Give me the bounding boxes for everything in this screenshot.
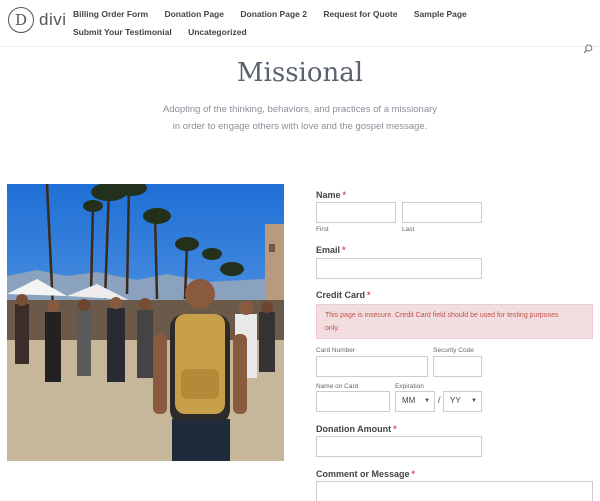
- donation-amount-label-text: Donation Amount: [316, 424, 392, 434]
- year-value: YY: [450, 396, 461, 405]
- email-input[interactable]: [316, 258, 482, 279]
- first-sublabel: First: [316, 226, 329, 233]
- required-mark: *: [342, 245, 346, 255]
- card-number-input[interactable]: [316, 356, 428, 377]
- alert-line-1: This page is insecure. Credit Card field…: [325, 312, 559, 319]
- donation-amount-label: Donation Amount *: [316, 424, 397, 434]
- expiration-year-select[interactable]: YY ▼: [443, 391, 482, 412]
- required-mark: *: [367, 290, 371, 300]
- nav-donation-page[interactable]: Donation Page: [164, 5, 224, 23]
- nav-billing-order-form[interactable]: Billing Order Form: [73, 5, 148, 23]
- comment-label-text: Comment or Message: [316, 469, 410, 479]
- divi-logo[interactable]: D divi: [8, 6, 67, 34]
- email-label: Email *: [316, 245, 346, 255]
- main-nav: Billing Order Form Donation Page Donatio…: [73, 5, 563, 41]
- name-label: Name *: [316, 190, 346, 200]
- page-subtitle: Adopting of the thinking, behaviors, and…: [150, 101, 450, 135]
- required-mark: *: [342, 190, 347, 200]
- logo-mark: D: [8, 7, 34, 33]
- search-icon[interactable]: [583, 44, 593, 54]
- required-mark: *: [393, 424, 397, 434]
- security-code-label: Security Code: [433, 347, 474, 354]
- subtitle-line-1: Adopting of the thinking, behaviors, and…: [162, 104, 438, 115]
- name-on-card-input[interactable]: [316, 391, 390, 412]
- subtitle-line-2: in order to engage others with love and …: [172, 121, 428, 132]
- boardwalk-photo: [7, 184, 284, 461]
- comment-label: Comment or Message *: [316, 469, 415, 479]
- expiration-month-select[interactable]: MM ▼: [395, 391, 435, 412]
- last-sublabel: Last: [402, 226, 415, 233]
- month-value: MM: [402, 396, 416, 405]
- insecure-page-alert: This page is insecure. Credit Card field…: [316, 304, 593, 339]
- name-label-text: Name: [316, 190, 341, 200]
- nav-sample-page[interactable]: Sample Page: [414, 5, 467, 23]
- comment-textarea[interactable]: [316, 481, 593, 501]
- nav-donation-page-2[interactable]: Donation Page 2: [240, 5, 307, 23]
- email-label-text: Email: [316, 245, 341, 255]
- expiration-slash: /: [438, 395, 441, 405]
- page-title: Missional: [236, 58, 364, 88]
- required-mark: *: [411, 469, 416, 479]
- card-number-label: Card Number: [316, 347, 356, 354]
- caret-down-icon: ▼: [471, 398, 477, 404]
- nav-request-for-quote[interactable]: Request for Quote: [323, 5, 397, 23]
- last-name-input[interactable]: [402, 202, 482, 223]
- logo-text: divi: [39, 10, 67, 29]
- name-on-card-label: Name on Card: [316, 383, 359, 390]
- nav-uncategorized[interactable]: Uncategorized: [188, 23, 247, 41]
- credit-card-label-text: Credit Card: [316, 290, 366, 300]
- nav-submit-testimonial[interactable]: Submit Your Testimonial: [73, 23, 172, 41]
- donation-amount-input[interactable]: [316, 436, 482, 457]
- site-header: D divi Billing Order Form Donation Page …: [0, 0, 600, 47]
- credit-card-label: Credit Card *: [316, 290, 371, 300]
- first-name-input[interactable]: [316, 202, 396, 223]
- alert-line-2: only.: [325, 325, 340, 332]
- caret-down-icon: ▼: [424, 398, 430, 404]
- security-code-input[interactable]: [433, 356, 482, 377]
- expiration-label: Expiration: [395, 383, 424, 390]
